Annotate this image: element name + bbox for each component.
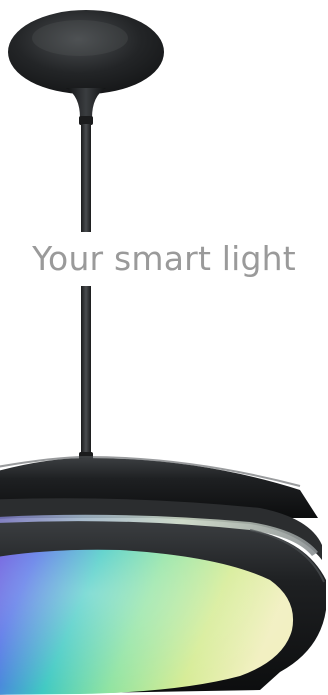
headline-title: Your smart light bbox=[0, 232, 328, 286]
pendant-lamp-illustration bbox=[0, 10, 326, 695]
onboarding-screen: Your smart light bbox=[0, 0, 328, 695]
